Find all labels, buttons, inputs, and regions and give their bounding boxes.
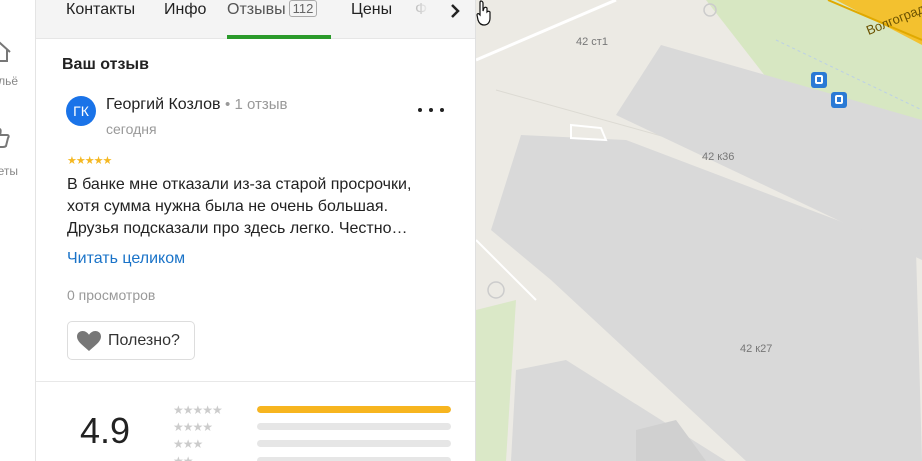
rail-item-label: льё xyxy=(0,74,18,88)
rating-row-stars: ★★★★ xyxy=(173,420,213,434)
map-label-building: 42 к36 xyxy=(702,151,735,163)
rating-row-stars: ★★ xyxy=(173,454,193,461)
rating-score: 4.9 xyxy=(80,410,131,451)
chevron-right-icon xyxy=(451,4,460,18)
map-label-building: 42 к27 xyxy=(740,343,773,355)
map-label-building: 42 ст1 xyxy=(576,36,608,48)
tab-label: Инфо xyxy=(164,1,207,18)
dot-icon xyxy=(440,108,444,112)
review-panel: Контакты Инфо Отзывы112 Цены Ф Ваш отзыв… xyxy=(36,0,476,461)
rail-item-label: еты xyxy=(0,164,18,178)
review-date: сегодня xyxy=(106,121,157,137)
active-tab-underline xyxy=(227,35,331,39)
dot-icon xyxy=(418,108,422,112)
review-rating-stars: ★★★★★ xyxy=(67,155,112,167)
review-text-line: хотя сумма нужна была не очень большая. xyxy=(67,198,389,215)
tab-label: Цены xyxy=(351,1,393,18)
author-name: Георгий Козлов xyxy=(106,96,221,113)
useful-label: Полезно? xyxy=(108,331,180,349)
tabs-fade xyxy=(406,0,440,38)
map-view[interactable]: 42 ст1 42 к36 42 к27 Волгоград xyxy=(476,0,922,461)
reviews-count-badge: 112 xyxy=(288,0,318,17)
views-count: 0 просмотров xyxy=(67,287,156,303)
author-review-count: 1 отзыв xyxy=(234,96,288,113)
rail-item-tips[interactable]: еты xyxy=(0,122,35,182)
tab-label: Контакты xyxy=(66,1,136,18)
hand-cursor-icon xyxy=(476,0,491,26)
rating-row-bar xyxy=(257,423,451,430)
more-options-button[interactable] xyxy=(418,102,444,118)
review-text: В банке мне отказали из-за старой просро… xyxy=(67,174,447,240)
rating-row-stars: ★★★★★ xyxy=(173,403,223,417)
divider xyxy=(36,381,475,382)
dot-icon xyxy=(429,108,433,112)
rating-row-stars: ★★★ xyxy=(173,437,203,451)
review-text-line: В банке мне отказали из-за старой просро… xyxy=(67,176,412,193)
useful-button[interactable]: Полезно? xyxy=(67,321,195,360)
tab-label: Отзывы xyxy=(227,1,286,18)
section-title: Ваш отзыв xyxy=(62,56,149,73)
tab-contacts[interactable]: Контакты xyxy=(66,0,135,39)
bus-stop-icon[interactable] xyxy=(811,72,827,88)
bus-stop-icon[interactable] xyxy=(831,92,847,108)
review-text-line: Друзья подсказали про здесь легко. Честн… xyxy=(67,220,408,237)
tab-reviews[interactable]: Отзывы 112 xyxy=(227,0,318,39)
rating-row-bar xyxy=(257,406,451,413)
heart-icon xyxy=(77,330,101,351)
review-author[interactable]: Георгий Козлов • 1 отзыв xyxy=(106,96,287,114)
rating-row-fill xyxy=(257,406,451,413)
left-rail: льё еты xyxy=(0,0,36,461)
rail-item-photos[interactable]: льё xyxy=(0,36,35,96)
tab-bar: Контакты Инфо Отзывы112 Цены Ф xyxy=(36,0,475,39)
tab-info[interactable]: Инфо xyxy=(164,0,206,39)
tab-prices[interactable]: Цены xyxy=(351,0,392,39)
map-canvas xyxy=(476,0,922,461)
tabs-next-button[interactable] xyxy=(440,0,470,22)
read-more-link[interactable]: Читать целиком xyxy=(67,250,185,268)
rating-row-bar xyxy=(257,440,451,447)
thumbs-up-icon xyxy=(0,128,10,148)
rating-row-bar xyxy=(257,457,451,461)
avatar[interactable]: ГК xyxy=(66,96,96,126)
house-icon xyxy=(0,41,11,62)
